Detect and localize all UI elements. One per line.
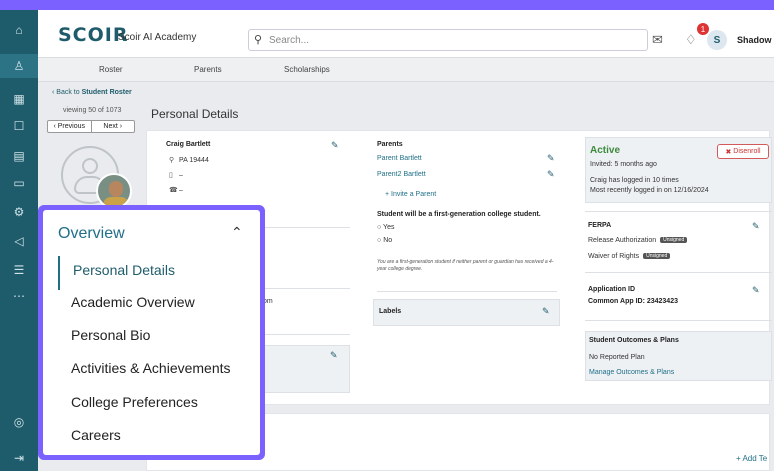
top-accent-bar <box>0 0 774 10</box>
expand-icon[interactable]: ⇥ <box>0 446 38 470</box>
folder-icon[interactable]: ▭ <box>0 171 38 195</box>
location-row: ⚲ PA 19444 <box>169 157 209 164</box>
next-button[interactable]: Next › <box>92 121 135 132</box>
add-test-button[interactable]: + Add Te <box>736 454 767 463</box>
parent-link[interactable]: Parent2 Bartlett <box>377 171 426 178</box>
document-icon[interactable]: ☐ <box>0 114 38 138</box>
menu-item-personal-bio[interactable]: Personal Bio <box>58 327 248 343</box>
last-login-text: Most recently logged in on 12/16/2024 <box>590 187 709 194</box>
phone-icon: ☎ <box>169 187 178 194</box>
outcomes-panel: Student Outcomes & Plans No Reported Pla… <box>585 331 772 381</box>
login-count-text: Craig has logged in 10 times <box>590 177 679 184</box>
divider <box>263 227 350 228</box>
search-input[interactable]: ⚲ Search... <box>248 29 648 51</box>
menu-item-academic-overview[interactable]: Academic Overview <box>58 294 248 310</box>
status-panel: Active ✖ Disenroll Invited: 5 months ago… <box>585 137 772 203</box>
overview-menu: Overview ⌃ Personal Details Academic Ove… <box>43 210 260 455</box>
edit-pencil-icon[interactable]: ✎ <box>331 140 339 151</box>
waiver-row: Waiver of Rights Unsigned <box>588 253 671 260</box>
location-pin-icon: ⚲ <box>169 157 175 164</box>
megaphone-icon[interactable]: ◁ <box>0 229 38 253</box>
tab-roster[interactable]: Roster <box>99 65 123 74</box>
labels-section: Labels ✎ <box>373 299 560 326</box>
list-icon[interactable]: ☰ <box>0 258 38 282</box>
divider <box>585 272 772 273</box>
student-name: Craig Bartlett <box>166 141 211 148</box>
divider <box>585 320 772 321</box>
compass-icon[interactable]: ◎ <box>0 410 38 434</box>
unsigned-badge: Unsigned <box>660 237 688 244</box>
common-app-id: Common App ID: 23423423 <box>588 298 678 305</box>
edit-pencil-icon[interactable]: ✎ <box>330 350 338 361</box>
unsigned-badge: Unsigned <box>643 253 671 260</box>
application-id-title: Application ID <box>588 286 636 293</box>
outcomes-title: Student Outcomes & Plans <box>589 337 679 344</box>
user-avatar[interactable]: S <box>707 30 727 50</box>
menu-item-personal-details[interactable]: Personal Details <box>58 256 248 290</box>
user-menu[interactable]: Shadow ⌄ <box>737 35 774 46</box>
status-badge: Active <box>590 145 621 156</box>
left-nav: ⌂ ♙ ▦ ☐ ▤ ▭ ⚙ ◁ ☰ ⋯ ◎ ⇥ <box>0 10 38 471</box>
overview-title[interactable]: Overview <box>58 225 125 243</box>
notification-badge: 1 <box>697 23 709 35</box>
first-gen-note: You are a first-generation student if ne… <box>377 259 554 272</box>
disenroll-button[interactable]: ✖ Disenroll <box>717 144 769 159</box>
divider <box>377 291 557 292</box>
divider <box>263 334 350 335</box>
home-icon[interactable]: ⌂ <box>0 18 38 42</box>
messages-icon[interactable]: ✉ <box>652 32 663 48</box>
manage-outcomes-link[interactable]: Manage Outcomes & Plans <box>589 369 674 376</box>
divider <box>263 288 350 289</box>
ferpa-title: FERPA <box>588 222 612 229</box>
mobile-icon: ▯ <box>169 172 173 179</box>
divider <box>585 211 772 212</box>
page-title: Personal Details <box>151 107 239 121</box>
tab-scholarships[interactable]: Scholarships <box>284 65 330 74</box>
phone-row: ☎– <box>169 187 183 194</box>
previous-button[interactable]: ‹ Previous <box>48 121 92 132</box>
invited-text: Invited: 5 months ago <box>590 161 657 168</box>
edit-pencil-icon[interactable]: ✎ <box>547 153 555 164</box>
school-icon[interactable]: ▦ <box>0 87 38 111</box>
invite-parent-link[interactable]: + Invite a Parent <box>385 191 436 198</box>
top-bar: SCOIR Scoir AI Academy ⚲ Search... ✉ ♢ 1… <box>38 10 774 58</box>
students-icon[interactable]: ♙ <box>0 54 38 78</box>
edit-pencil-icon[interactable]: ✎ <box>547 169 555 180</box>
settings-icon[interactable]: ⚙ <box>0 200 38 224</box>
radio-no[interactable]: ○ No <box>377 237 392 244</box>
menu-item-activities[interactable]: Activities & Achievements <box>58 360 248 376</box>
edit-pencil-icon[interactable]: ✎ <box>542 306 550 317</box>
release-authorization-row: Release Authorization Unsigned <box>588 237 688 244</box>
chevron-up-icon[interactable]: ⌃ <box>231 224 243 241</box>
parent-link[interactable]: Parent Bartlett <box>377 155 422 162</box>
info-box: ✎ <box>263 345 350 393</box>
calendar-icon[interactable]: ▤ <box>0 144 38 168</box>
menu-item-college-preferences[interactable]: College Preferences <box>58 394 248 410</box>
edit-pencil-icon[interactable]: ✎ <box>752 285 760 296</box>
overview-menu-popup: Overview ⌃ Personal Details Academic Ove… <box>38 205 265 460</box>
roster-pager: ‹ Previous Next › <box>47 120 135 133</box>
viewing-count: viewing 50 of 1073 <box>63 107 122 114</box>
parents-title: Parents <box>377 141 403 148</box>
mobile-row: ▯ – <box>169 172 183 179</box>
back-to-roster-link[interactable]: ‹ Back to Student Roster <box>52 89 132 96</box>
tab-parents[interactable]: Parents <box>194 65 222 74</box>
bell-icon[interactable]: ♢ <box>685 32 697 48</box>
search-placeholder: Search... <box>269 34 310 46</box>
sub-nav: Roster Parents Scholarships <box>38 58 774 82</box>
student-photo[interactable] <box>96 173 132 209</box>
radio-yes[interactable]: ○ Yes <box>377 224 394 231</box>
edit-pencil-icon[interactable]: ✎ <box>752 221 760 232</box>
menu-item-careers[interactable]: Careers <box>58 427 248 443</box>
no-plan-text: No Reported Plan <box>589 354 645 361</box>
labels-title: Labels <box>379 308 402 315</box>
first-gen-question: Student will be a first-generation colle… <box>377 211 541 218</box>
search-icon: ⚲ <box>254 34 263 46</box>
org-name: Scoir AI Academy <box>118 32 197 43</box>
more-icon[interactable]: ⋯ <box>0 284 38 308</box>
